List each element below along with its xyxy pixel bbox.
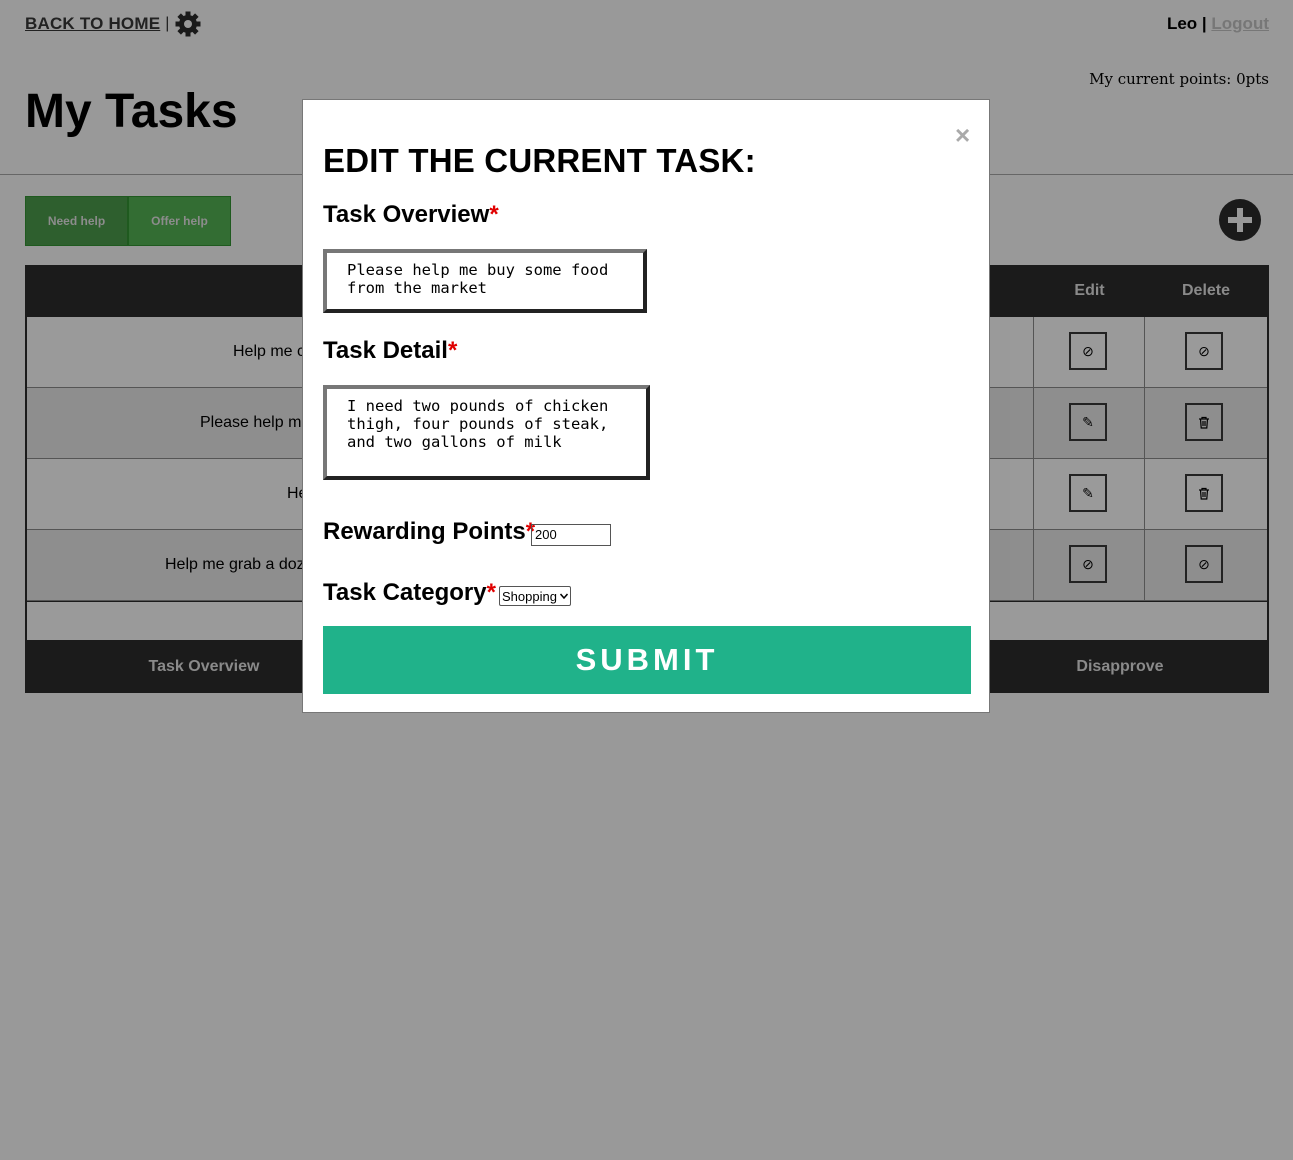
task-overview-label: Task Overview* (323, 201, 499, 229)
delete-button[interactable] (1185, 403, 1223, 441)
delete-button[interactable]: ⊘ (1185, 332, 1223, 370)
edit-task-modal: × EDIT THE CURRENT TASK: Task Overview* … (302, 99, 990, 713)
delete-button[interactable]: ⊘ (1185, 545, 1223, 583)
tab-offer-help[interactable]: Offer help (128, 196, 231, 246)
edit-icon: ✎ (1082, 484, 1094, 501)
ban-icon: ⊘ (1082, 555, 1094, 572)
trash-icon (1199, 487, 1209, 500)
help-tabs: Need help Offer help (25, 196, 231, 246)
tab-need-help[interactable]: Need help (25, 196, 128, 246)
edit-button[interactable]: ✎ (1069, 474, 1107, 512)
rewarding-points-label: Rewarding Points* (323, 518, 535, 546)
task-detail-label: Task Detail* (323, 337, 457, 365)
close-button[interactable]: × (955, 122, 970, 148)
task-overview-textarea[interactable]: Please help me buy some food from the ma… (323, 249, 647, 313)
chevron-down-icon (560, 593, 568, 599)
top-nav: BACK TO HOME | (25, 10, 202, 38)
delete-button[interactable] (1185, 474, 1223, 512)
nav-separator: | (165, 15, 170, 32)
ban-icon: ⊘ (1082, 342, 1094, 359)
required-mark: * (489, 201, 499, 228)
edit-icon: ✎ (1082, 413, 1094, 430)
required-mark: * (447, 337, 458, 364)
task-category-value: Shopping (502, 588, 557, 604)
column-header-delete: Delete (1181, 282, 1231, 299)
ban-icon: ⊘ (1198, 342, 1210, 359)
gear-icon[interactable] (174, 10, 202, 38)
task-category-label-text: Task Category (323, 579, 487, 606)
user-name: Leo | (1166, 14, 1207, 33)
user-area: Leo | Logout (1167, 14, 1269, 34)
modal-title: EDIT THE CURRENT TASK: (323, 142, 756, 179)
back-to-home-link[interactable]: BACK TO HOME (25, 14, 160, 34)
footer-task-overview: Task Overview (148, 657, 260, 675)
task-overview-label-text: Task Overview (323, 201, 490, 228)
rewarding-points-input[interactable]: 200 (531, 524, 611, 546)
current-points: My current points: 0pts (1089, 70, 1269, 88)
footer-disapprove: Disapprove (1076, 657, 1164, 675)
ban-icon: ⊘ (1198, 555, 1210, 572)
task-detail-textarea[interactable]: I need two pounds of chicken thigh, four… (323, 385, 650, 480)
add-task-button[interactable] (1219, 199, 1261, 241)
logout-link[interactable]: Logout (1211, 14, 1269, 33)
edit-button[interactable]: ⊘ (1069, 332, 1107, 370)
page-title: My Tasks (25, 85, 238, 138)
submit-button[interactable]: SUBMIT (323, 626, 971, 694)
task-category-select[interactable]: Shopping (499, 586, 571, 606)
task-category-label: Task Category* (323, 579, 496, 607)
trash-icon (1199, 416, 1209, 429)
edit-button[interactable]: ⊘ (1069, 545, 1107, 583)
task-detail-label-text: Task Detail (323, 337, 448, 364)
required-mark: * (486, 579, 496, 606)
rewarding-points-label-text: Rewarding Points (323, 518, 526, 545)
edit-button[interactable]: ✎ (1069, 403, 1107, 441)
column-header-edit: Edit (1074, 282, 1105, 299)
